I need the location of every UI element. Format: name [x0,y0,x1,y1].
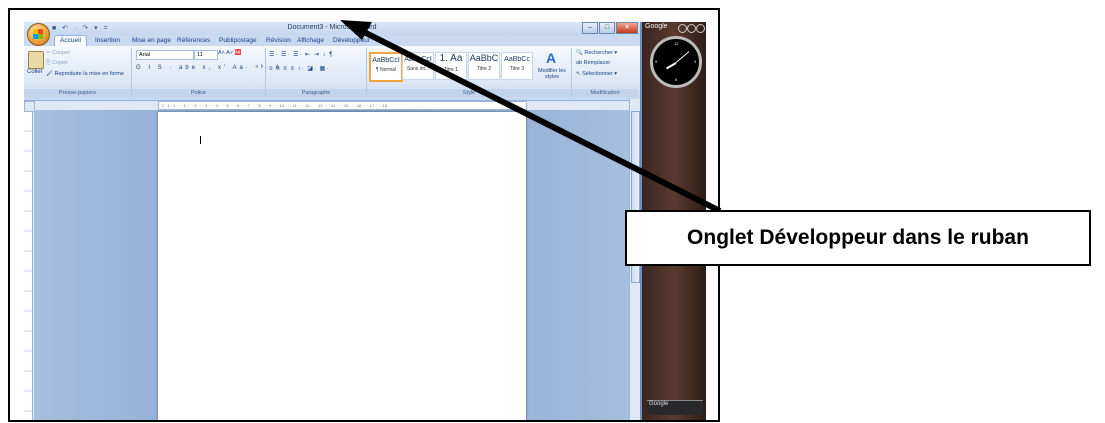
annotation-callout: Onglet Développeur dans le ruban [625,210,1091,266]
office-button[interactable] [27,23,50,46]
arrow-head-icon [340,20,372,40]
arrow-shaft [354,25,722,214]
office-logo-icon [33,29,43,39]
